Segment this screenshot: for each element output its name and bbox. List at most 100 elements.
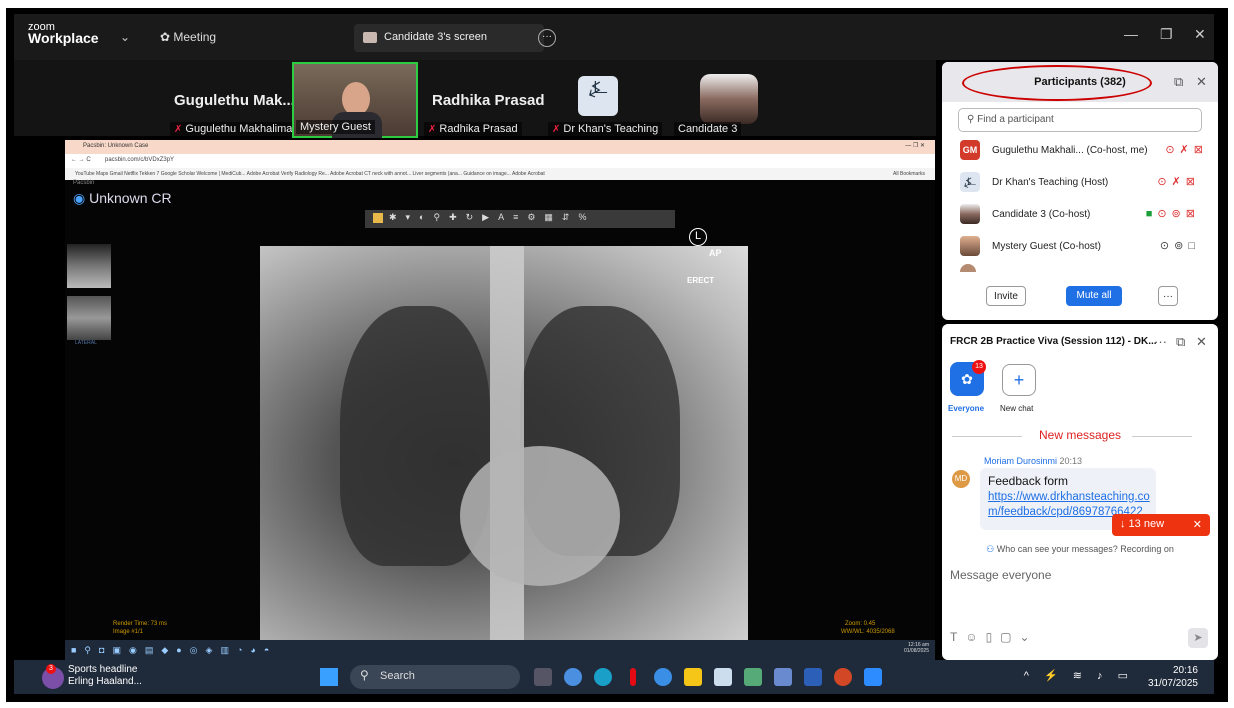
mic-muted-icon: ✗ (552, 124, 561, 135)
study-title: ◉ Unknown CR (73, 190, 172, 207)
zoom-logo: zoom Workplace (28, 22, 99, 46)
chrome-icon[interactable] (654, 668, 672, 686)
popout-icon[interactable]: ⧉ (1176, 334, 1185, 350)
send-icon[interactable]: ➤ (1188, 628, 1208, 648)
clock[interactable]: 20:16 31/07/2025 (1148, 664, 1198, 690)
study-title-text: Unknown CR (89, 190, 172, 206)
browser-tab[interactable]: Pacsbin: Unknown Case (83, 143, 148, 149)
site-label: Pacsbin (73, 180, 95, 186)
render-time: Render Time: 73 ms (113, 621, 168, 627)
popout-icon[interactable]: ⧉ (1174, 74, 1183, 90)
participant-row[interactable]: Mystery Guest (Co-host) ⊙⊚□ (958, 236, 1210, 260)
participant-row[interactable]: GM Gugulethu Makhali... (Co-host, me) ⊙✗⊠ (958, 140, 1210, 164)
close-icon[interactable]: ✕ (1193, 518, 1202, 531)
word-icon[interactable] (804, 668, 822, 686)
privacy-text: Who can see your messages? Recording on (996, 544, 1174, 554)
message-text: Feedback form (988, 474, 1069, 488)
tile-radhika[interactable]: Radhika Prasad ✗ Radhika Prasad (420, 62, 550, 138)
mic-muted-icon: ✗ (174, 124, 183, 135)
new-messages-pill[interactable]: ↓ 13 new ✕ (1112, 514, 1210, 536)
app-icon[interactable] (564, 668, 582, 686)
participant-row[interactable]: Candidate 3 (Co-host) ■⊙⊚⊠ (958, 204, 1210, 228)
privacy-notice[interactable]: ⚇ Who can see your messages? Recording o… (942, 544, 1218, 555)
task-view-icon[interactable] (534, 668, 552, 686)
shared-taskbar-icons: ■⚲◘▣◉▤◆●◎◈▥◔◕◓ (71, 645, 278, 655)
close-icon[interactable]: ✕ (1194, 26, 1206, 43)
people-icon: ⚇ (986, 544, 997, 554)
tool-active[interactable] (373, 213, 383, 223)
image-number: Image #1/1 (113, 629, 144, 635)
tile-label-text: Gugulethu Makhalima (185, 123, 293, 135)
powerpoint-icon[interactable] (834, 668, 852, 686)
mute-all-button[interactable]: Mute all (1066, 286, 1122, 306)
avatar (960, 264, 976, 272)
screen-icon (363, 32, 377, 43)
find-participant-input[interactable]: ⚲ Find a participant (958, 108, 1202, 132)
chest-xray-image[interactable] (260, 246, 748, 640)
more-icon[interactable]: ··· (1154, 334, 1167, 349)
tile-label: ✗ Radhika Prasad (424, 122, 522, 136)
tile-gugulethu[interactable]: Gugulethu Mak... ✗ Gugulethu Makhalima (160, 62, 297, 138)
participant-row[interactable]: ⍼ Dr Khan's Teaching (Host) ⊙✗⊠ (958, 172, 1210, 196)
new-chat-button[interactable]: + (1002, 364, 1036, 396)
chat-title: FRCR 2B Practice Viva (Session 112) - DK… (950, 336, 1157, 347)
tile-dr-khan[interactable]: ⍼ ✗ Dr Khan's Teaching (548, 62, 668, 138)
chat-toolbar[interactable]: T☺▯▢⌄ (950, 630, 1038, 644)
participant-name: Gugulethu Makhali... (Co-host, me) (992, 145, 1148, 156)
annotation-oval (962, 65, 1152, 101)
participant-status-icons[interactable]: ⊙⊚□ (1160, 239, 1200, 252)
participant-name: Dr Khan's Teaching (Host) (992, 177, 1109, 188)
viewer-toolbar[interactable]: ✱▾◐⚲✚↻▶A≡⚙▦⇵% (365, 210, 675, 228)
video-face (342, 82, 370, 116)
participant-status-icons[interactable]: ⊙✗⊠ (1165, 143, 1208, 156)
close-icon[interactable]: ✕ (1196, 334, 1207, 350)
message-input[interactable]: Message everyone (950, 568, 1051, 582)
eye-icon: ◉ (73, 190, 90, 206)
browser-nav-icons[interactable]: ← → C (71, 157, 91, 163)
avatar: GM (960, 140, 980, 160)
start-icon[interactable] (320, 668, 338, 686)
window-level: WW/WL: 4035/2068 (841, 629, 895, 635)
browser-address-bar[interactable]: ← → C pacsbin.com/c/bVDxZ3pY (65, 154, 935, 168)
shared-screen-tab[interactable]: Candidate 3's screen ··· (354, 24, 556, 52)
file-explorer-icon[interactable] (684, 668, 702, 686)
plus-icon: + (1013, 370, 1025, 390)
close-icon[interactable]: ✕ (1196, 74, 1207, 90)
store-icon[interactable] (714, 668, 732, 686)
browser-window-controls[interactable]: — ❐ ✕ (905, 142, 925, 149)
participant-name: Mystery Guest (Co-host) (992, 241, 1101, 252)
tile-candidate-3[interactable]: Candidate 3 (670, 62, 770, 138)
sender-avatar: MD (952, 470, 970, 488)
more-options-button[interactable]: ··· (1158, 286, 1178, 306)
participant-status-icons[interactable]: ⊙✗⊠ (1157, 175, 1200, 188)
teams-icon[interactable] (774, 668, 792, 686)
taskbar-search[interactable]: ⚲ Search (350, 665, 520, 689)
more-options-icon[interactable]: ··· (538, 29, 556, 47)
app-icon[interactable] (744, 668, 762, 686)
thumbnail-ap[interactable] (67, 244, 111, 288)
restore-icon[interactable]: ❐ (1160, 26, 1173, 43)
news-subtitle: Erling Haaland... (68, 676, 142, 687)
zoom-icon[interactable] (864, 668, 882, 686)
meeting-menu[interactable]: ✿ Meeting (160, 30, 216, 44)
all-bookmarks[interactable]: All Bookmarks (893, 171, 925, 177)
edge-icon[interactable] (594, 668, 612, 686)
bookmarks[interactable]: YouTube Maps Gmail Netflix Tekken 7 Goog… (75, 171, 545, 177)
group-icon: ✿ (961, 371, 973, 387)
tab-label: Candidate 3's screen (384, 31, 487, 43)
tool-icons[interactable]: ✱▾◐⚲✚↻▶A≡⚙▦⇵% (389, 212, 595, 223)
sender-name: Moriam Durosinmi (984, 456, 1058, 466)
search-label: Search (380, 670, 415, 682)
netflix-icon[interactable] (630, 668, 636, 686)
xray-heart (460, 446, 620, 586)
message-header: Moriam Durosinmi 20:13 (984, 456, 1082, 466)
pacs-viewer: Pacsbin ◉ Unknown CR ✱▾◐⚲✚↻▶A≡⚙▦⇵% LATER… (65, 180, 935, 660)
thumbnail-lateral[interactable] (67, 296, 111, 340)
minimize-icon[interactable]: — (1124, 26, 1138, 42)
invite-button[interactable]: Invite (986, 286, 1026, 306)
chevron-down-icon[interactable]: ⌄ (120, 30, 130, 44)
system-tray[interactable]: ^ ⚡ ≋ ♪ ▭ (1024, 669, 1134, 682)
tile-mystery-guest[interactable]: Mystery Guest (292, 62, 418, 138)
tile-label-text: Radhika Prasad (439, 123, 518, 135)
participant-status-icons[interactable]: ■⊙⊚⊠ (1146, 207, 1200, 220)
